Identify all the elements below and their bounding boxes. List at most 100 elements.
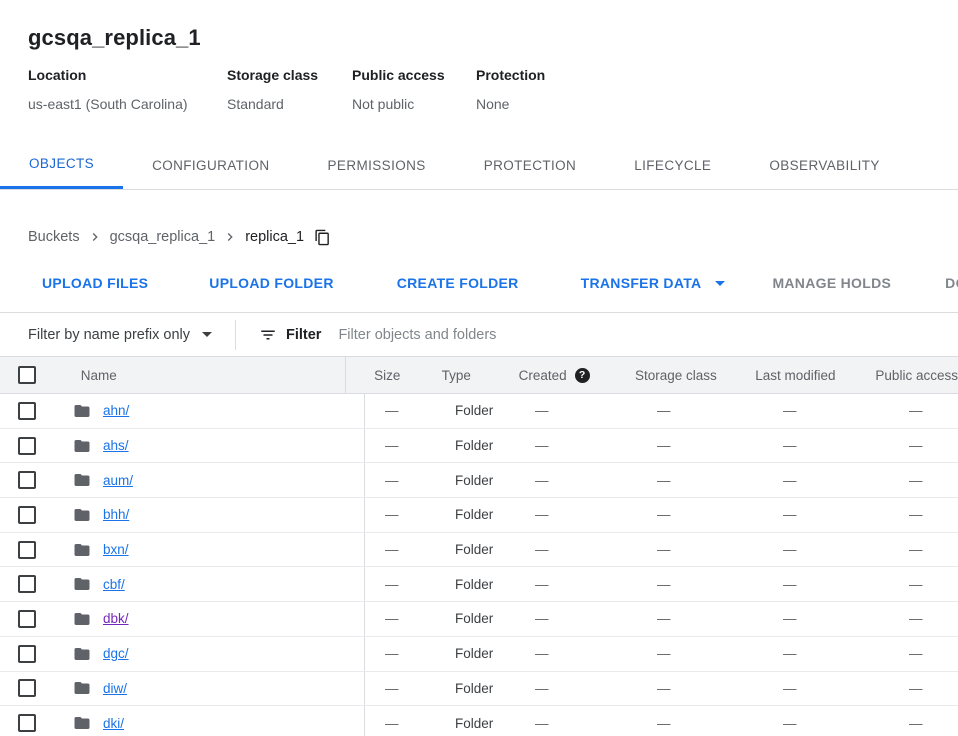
row-public-access: — [889, 706, 958, 736]
column-header-name: Name [54, 357, 346, 393]
row-last-modified: — [763, 602, 889, 636]
table-row: dbk/—Folder———— [0, 602, 958, 637]
folder-link[interactable]: aum/ [103, 473, 133, 488]
table-header-row: Name Size Type Created ? Storage class L… [0, 357, 958, 394]
folder-link[interactable]: bxn/ [103, 542, 129, 557]
row-checkbox-cell [0, 429, 56, 463]
meta-label: Storage class [227, 66, 352, 84]
transfer-data-button[interactable]: TRANSFER DATA [569, 265, 738, 301]
row-type: Folder [435, 463, 515, 497]
row-type: Folder [435, 672, 515, 706]
row-storage-class: — [637, 672, 763, 706]
objects-table: Name Size Type Created ? Storage class L… [0, 357, 958, 736]
row-name-cell: ahs/ [56, 429, 365, 463]
row-checkbox[interactable] [18, 714, 36, 732]
row-public-access: — [889, 429, 958, 463]
tab-objects[interactable]: OBJECTS [0, 142, 123, 189]
filter-divider [235, 320, 236, 350]
row-checkbox[interactable] [18, 575, 36, 593]
filter-scope-label: Filter by name prefix only [28, 327, 190, 343]
folder-link[interactable]: ahs/ [103, 438, 129, 453]
folder-link[interactable]: dgc/ [103, 646, 129, 661]
folder-icon [73, 506, 91, 524]
tab-protection[interactable]: PROTECTION [455, 142, 606, 189]
row-last-modified: — [763, 394, 889, 428]
upload-folder-button[interactable]: UPLOAD FOLDER [197, 265, 345, 301]
row-name-cell: cbf/ [56, 567, 365, 601]
copy-path-icon[interactable] [314, 229, 331, 246]
table-row: ahs/—Folder———— [0, 429, 958, 464]
row-type: Folder [435, 706, 515, 736]
meta-protection: Protection None [476, 66, 545, 113]
folder-icon [73, 679, 91, 697]
table-body: ahn/—Folder————ahs/—Folder————aum/—Folde… [0, 394, 958, 736]
row-size: — [365, 463, 435, 497]
row-storage-class: — [637, 498, 763, 532]
tab-observability[interactable]: OBSERVABILITY [740, 142, 909, 189]
folder-link[interactable]: dki/ [103, 716, 124, 731]
upload-files-button[interactable]: UPLOAD FILES [30, 265, 160, 301]
row-checkbox[interactable] [18, 679, 36, 697]
row-checkbox[interactable] [18, 645, 36, 663]
filter-scope-dropdown[interactable]: Filter by name prefix only [28, 327, 212, 343]
tab-configuration[interactable]: CONFIGURATION [123, 142, 298, 189]
row-type: Folder [435, 498, 515, 532]
create-folder-button[interactable]: CREATE FOLDER [385, 265, 531, 301]
meta-value: us-east1 (South Carolina) [28, 95, 227, 113]
row-size: — [365, 602, 435, 636]
row-type: Folder [435, 394, 515, 428]
row-type: Folder [435, 567, 515, 601]
row-last-modified: — [763, 706, 889, 736]
breadcrumb-bucket-name[interactable]: gcsqa_replica_1 [110, 229, 216, 245]
folder-link[interactable]: diw/ [103, 681, 127, 696]
chevron-right-icon [222, 229, 238, 245]
row-created: — [515, 602, 637, 636]
folder-link[interactable]: dbk/ [103, 611, 129, 626]
breadcrumb: Buckets gcsqa_replica_1 replica_1 [28, 226, 958, 248]
row-size: — [365, 394, 435, 428]
bucket-header: gcsqa_replica_1 Location us-east1 (South… [0, 0, 958, 113]
help-icon[interactable]: ? [575, 368, 590, 383]
table-row: ahn/—Folder———— [0, 394, 958, 429]
column-header-type: Type [414, 357, 491, 393]
row-last-modified: — [763, 498, 889, 532]
dropdown-arrow-icon [715, 281, 725, 286]
tab-lifecycle[interactable]: LIFECYCLE [605, 142, 740, 189]
folder-link[interactable]: bhh/ [103, 507, 129, 522]
column-header-size: Size [346, 357, 414, 393]
row-checkbox-cell [0, 498, 56, 532]
row-checkbox[interactable] [18, 541, 36, 559]
row-storage-class: — [637, 533, 763, 567]
manage-holds-button[interactable]: MANAGE HOLDS [760, 265, 903, 301]
row-last-modified: — [763, 567, 889, 601]
row-checkbox[interactable] [18, 471, 36, 489]
row-checkbox[interactable] [18, 610, 36, 628]
row-created: — [515, 672, 637, 706]
table-row: dgc/—Folder———— [0, 637, 958, 672]
folder-icon [73, 714, 91, 732]
column-header-created-label: Created [519, 368, 567, 383]
select-all-checkbox[interactable] [18, 366, 36, 384]
row-checkbox[interactable] [18, 402, 36, 420]
row-name-cell: dgc/ [56, 637, 365, 671]
folder-icon [73, 471, 91, 489]
tab-permissions[interactable]: PERMISSIONS [299, 142, 455, 189]
row-checkbox[interactable] [18, 437, 36, 455]
filter-objects-input[interactable] [338, 327, 958, 343]
meta-label: Public access [352, 66, 476, 84]
chevron-right-icon [87, 229, 103, 245]
download-button[interactable]: DOWNLOAD [933, 265, 958, 301]
folder-link[interactable]: ahn/ [103, 403, 129, 418]
column-header-storage-class: Storage class [607, 357, 727, 393]
row-public-access: — [889, 533, 958, 567]
breadcrumb-buckets[interactable]: Buckets [28, 229, 80, 245]
row-created: — [515, 498, 637, 532]
folder-icon [73, 402, 91, 420]
row-storage-class: — [637, 602, 763, 636]
row-last-modified: — [763, 463, 889, 497]
row-checkbox[interactable] [18, 506, 36, 524]
object-actions-toolbar: UPLOAD FILES UPLOAD FOLDER CREATE FOLDER… [0, 265, 958, 301]
page-title: gcsqa_replica_1 [28, 25, 958, 51]
folder-link[interactable]: cbf/ [103, 577, 125, 592]
row-storage-class: — [637, 429, 763, 463]
